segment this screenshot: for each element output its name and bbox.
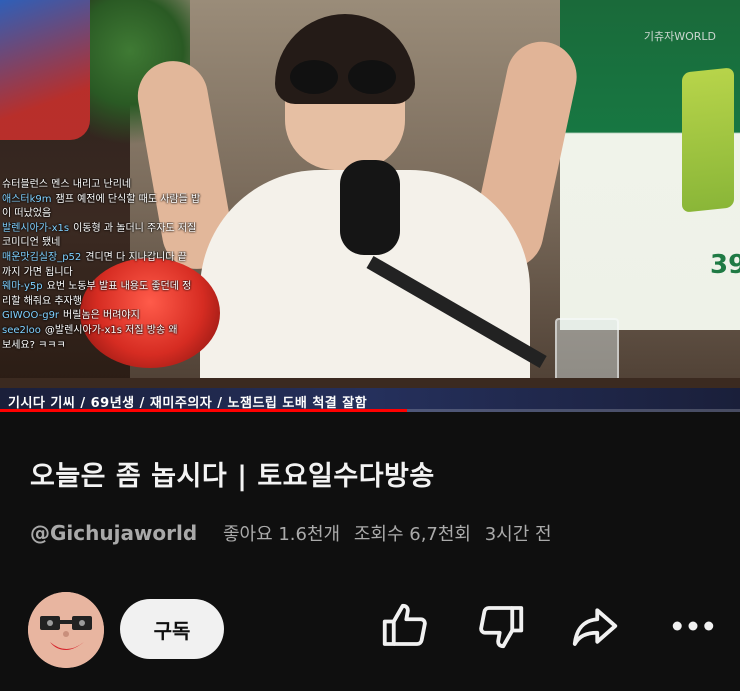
chat-message: 웨마-y5p 요번 노동부 발표 내용도 좋던데 정 [2, 280, 222, 295]
chat-message: 코미디언 됐네 [2, 236, 222, 251]
chat-text: 버릴놈은 버려야지 [63, 310, 140, 322]
channel-handle[interactable]: @Gichujaworld [30, 521, 197, 545]
share-button[interactable] [568, 598, 622, 656]
more-icon [672, 621, 714, 630]
share-icon [572, 607, 618, 646]
thumbs-down-icon [479, 605, 524, 648]
microphone [340, 160, 400, 255]
chat-message: 보세요? ㅋㅋㅋ [2, 339, 222, 354]
chat-nickname: 웨마-y5p [2, 281, 43, 293]
chat-text: 까지 가면 됩니다 [2, 266, 73, 278]
progress-bar[interactable] [0, 409, 740, 412]
chat-text: 이동형 과 놀더니 주자도 저질 [73, 222, 197, 234]
chat-text: 견디면 다 지나갑니다 끝 [85, 251, 187, 263]
chat-message: 매운맛김실장_p52 견디면 다 지나갑니다 끝 [2, 251, 222, 266]
chat-nickname: GIWOO-g9r [2, 310, 60, 322]
chat-text: 코미디언 됐네 [2, 237, 61, 249]
chat-nickname: 애스터k9m [2, 193, 52, 205]
chat-message: 애스터k9m 잼프 예전에 단식할 때도 사람들 밥 [2, 193, 222, 208]
dislike-button[interactable] [474, 598, 528, 656]
chat-nickname: 발렌시아가-x1s [2, 222, 70, 234]
product-box [682, 67, 734, 213]
progress-fill [0, 409, 407, 412]
channel-watermark: 기츄자WORLD [643, 30, 716, 43]
channel-avatar[interactable] [28, 592, 104, 668]
avatar-face-icon [28, 592, 104, 668]
like-button[interactable] [378, 598, 432, 656]
chat-message: 리할 해줘요 추자행 [2, 295, 222, 310]
action-bar: 구독 [0, 588, 740, 668]
chat-message: see2loo @발렌시아가-x1s 저질 방송 왜 [2, 324, 222, 339]
chat-nickname: see2loo [2, 324, 41, 336]
chat-text: @발렌시아가-x1s 저질 방송 왜 [44, 324, 178, 336]
right-poster: 39 [560, 0, 740, 330]
live-chat-overlay: 슈터블런스 멘스 내리고 난리네애스터k9m 잼프 예전에 단식할 때도 사람들 … [2, 178, 222, 353]
chat-message: GIWOO-g9r 버릴놈은 버려야지 [2, 309, 222, 324]
video-title[interactable]: 오늘은 좀 놉시다 | 토요일수다방송 [30, 454, 720, 493]
chat-message: 이 떠났었음 [2, 207, 222, 222]
like-count: 좋아요 1.6천개 [222, 524, 341, 545]
chat-text: 요번 노동부 발표 내용도 좋던데 정 [46, 281, 192, 293]
view-count: 조회수 6,7천회 [353, 524, 471, 545]
sunglasses [290, 60, 400, 94]
subscribe-button[interactable]: 구독 [120, 599, 224, 659]
upload-age: 3시간 전 [484, 524, 552, 545]
video-meta: @Gichujaworld 좋아요 1.6천개 조회수 6,7천회 3시간 전 [30, 520, 560, 546]
chat-message: 까지 가면 됩니다 [2, 266, 222, 281]
chat-text: 슈터블런스 멘스 내리고 난리네 [2, 179, 132, 190]
chat-message: 슈터블런스 멘스 내리고 난리네 [2, 178, 222, 193]
chat-text: 이 떠났었음 [2, 208, 52, 220]
chat-text: 잼프 예전에 단식할 때도 사람들 밥 [55, 193, 201, 205]
more-options-button[interactable] [666, 598, 720, 656]
thumbs-up-icon [382, 603, 427, 646]
poster-number: 39 [710, 250, 740, 280]
chat-text: 보세요? ㅋㅋㅋ [2, 339, 66, 351]
video-player[interactable]: 39 기츄자WORLD 슈터블런스 멘스 내리고 난리네애스터k9m 잼프 예전에… [0, 0, 740, 412]
left-poster [0, 0, 90, 140]
chat-message: 발렌시아가-x1s 이동형 과 놀더니 주자도 저질 [2, 222, 222, 237]
chat-nickname: 매운맛김실장_p52 [2, 251, 82, 263]
chat-text: 리할 해줘요 추자행 [2, 295, 82, 307]
